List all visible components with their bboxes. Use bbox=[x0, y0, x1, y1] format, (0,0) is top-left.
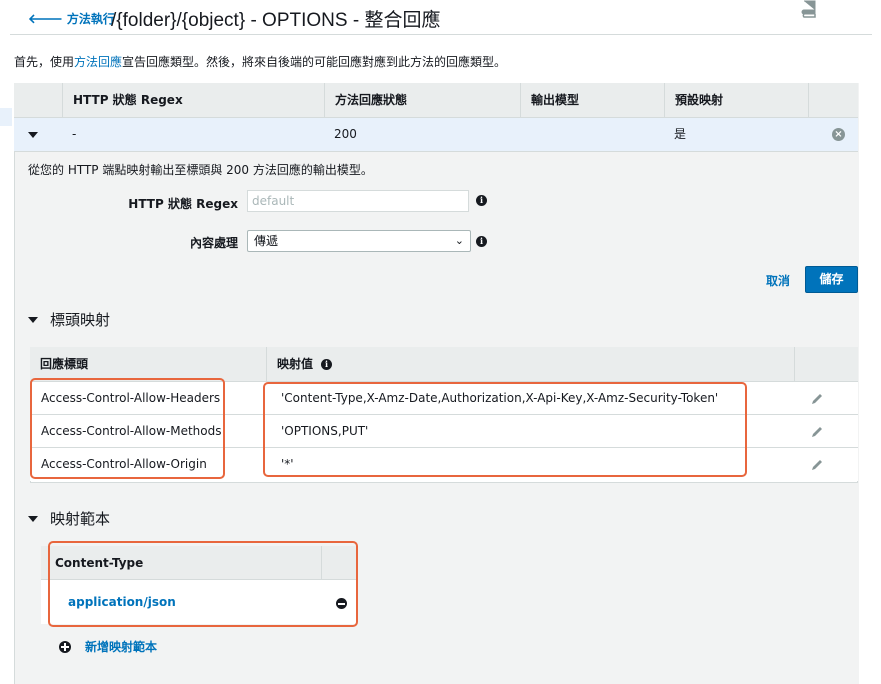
mapping-templates-title: 映射範本 bbox=[50, 510, 111, 528]
book-icon[interactable] bbox=[800, 0, 818, 18]
response-row[interactable]: - 200 是 × bbox=[14, 118, 858, 152]
close-circle-icon: × bbox=[832, 128, 845, 141]
mapping-templates-toggle[interactable]: 映射範本 bbox=[28, 508, 110, 529]
column-header-regex: HTTP 狀態 Regex bbox=[62, 83, 324, 117]
info-icon[interactable]: i bbox=[476, 195, 487, 206]
content-handling-value: 傳遞 bbox=[254, 234, 279, 248]
method-response-link[interactable]: 方法回應 bbox=[74, 55, 122, 69]
column-header-actions bbox=[808, 83, 858, 117]
plus-circle-icon bbox=[59, 640, 71, 653]
column-header-mapping-value: 映射值 i bbox=[266, 347, 794, 382]
caret-down-icon bbox=[28, 515, 38, 522]
intro-after: 宣告回應類型。然後，將來自後端的可能回應對應到此方法的回應類型。 bbox=[122, 55, 507, 69]
info-icon[interactable]: i bbox=[321, 359, 333, 370]
column-header-response-header: 回應標頭 bbox=[40, 357, 89, 371]
pencil-icon[interactable] bbox=[810, 392, 824, 406]
column-header-output-model: 輸出模型 bbox=[520, 83, 664, 117]
add-mapping-template-label: 新增映射範本 bbox=[85, 640, 158, 654]
page-title: /{folder}/{object} - OPTIONS - 整合回應 bbox=[111, 10, 441, 31]
header-mappings-toggle[interactable]: 標頭映射 bbox=[28, 309, 110, 330]
caret-down-icon bbox=[28, 131, 38, 138]
highlight-box-templates bbox=[48, 541, 358, 627]
mapping-description: 從您的 HTTP 端點映射輸出至標頭與 200 方法回應的輸出模型。 bbox=[28, 163, 373, 177]
back-to-method-execution-link[interactable]: 🡐 方法執行 bbox=[28, 10, 115, 27]
regex-input[interactable]: default bbox=[247, 190, 469, 212]
info-icon[interactable]: i bbox=[476, 236, 487, 247]
chevron-down-icon: ⌄ bbox=[454, 234, 464, 247]
intro-before: 首先，使用 bbox=[14, 55, 75, 69]
pencil-icon[interactable] bbox=[810, 458, 824, 472]
header-divider bbox=[10, 34, 872, 35]
highlight-box-headers bbox=[30, 378, 225, 479]
highlight-box-values bbox=[263, 382, 747, 477]
header-mappings-table-header: 回應標頭 映射值 i bbox=[30, 347, 858, 382]
left-accent bbox=[0, 108, 12, 126]
intro-text: 首先，使用方法回應宣告回應類型。然後，將來自後端的可能回應對應到此方法的回應類型… bbox=[14, 53, 506, 70]
cancel-button[interactable]: 取消 bbox=[766, 272, 790, 289]
row-output-model bbox=[520, 118, 664, 151]
delete-response-button[interactable]: × bbox=[832, 118, 852, 151]
column-header-method-status: 方法回應狀態 bbox=[324, 83, 520, 117]
content-handling-label: 內容處理 bbox=[189, 236, 238, 250]
row-default-mapping: 是 bbox=[674, 127, 687, 141]
column-header-actions bbox=[794, 347, 858, 382]
back-arrow-icon: 🡐 bbox=[28, 11, 63, 27]
add-mapping-template-button[interactable]: 新增映射範本 bbox=[59, 638, 157, 655]
row-expand-toggle[interactable] bbox=[18, 118, 58, 151]
responses-table-header: HTTP 狀態 Regex 方法回應狀態 輸出模型 預設映射 bbox=[14, 83, 858, 118]
header-mappings-title: 標頭映射 bbox=[50, 311, 111, 329]
pencil-icon[interactable] bbox=[810, 425, 824, 439]
row-regex: - bbox=[72, 127, 77, 141]
back-link-label: 方法執行 bbox=[66, 12, 115, 26]
save-button[interactable]: 儲存 bbox=[805, 266, 858, 293]
mapping-value-header-label: 映射值 bbox=[277, 357, 314, 371]
caret-down-icon bbox=[28, 316, 38, 323]
regex-label: HTTP 狀態 Regex bbox=[128, 197, 238, 211]
row-method-status: 200 bbox=[334, 127, 357, 141]
content-handling-select[interactable]: 傳遞 ⌄ bbox=[247, 230, 471, 252]
column-header-default-mapping: 預設映射 bbox=[664, 83, 808, 117]
